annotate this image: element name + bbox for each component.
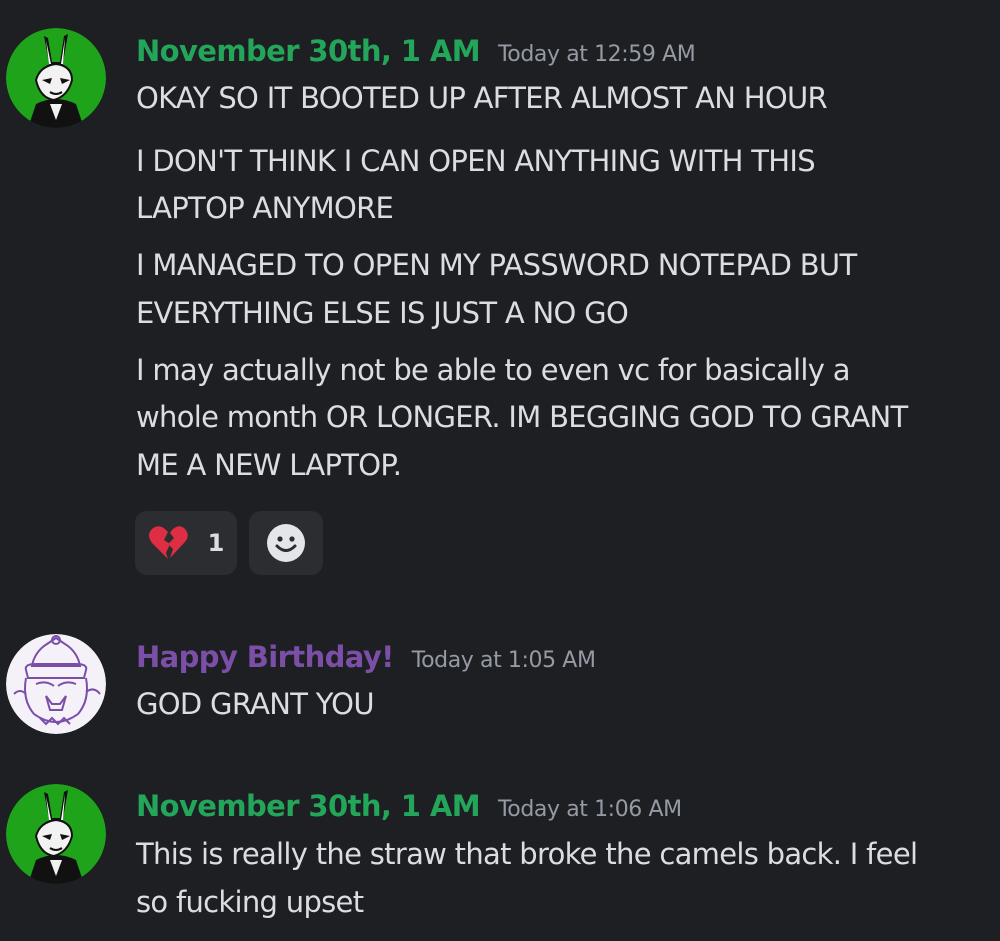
- add-reaction-icon: [267, 524, 305, 562]
- chat-messages: November 30th, 1 AM Today at 12:59 AM OK…: [0, 0, 1000, 941]
- timestamp[interactable]: Today at 1:06 AM: [498, 797, 682, 822]
- message-text: so fucking upset: [136, 885, 364, 919]
- avatar[interactable]: [6, 784, 106, 884]
- party-hat-sketch-avatar-icon: [6, 634, 106, 734]
- message-text: OKAY SO IT BOOTED UP AFTER ALMOST AN HOU…: [136, 81, 828, 115]
- message-header: November 30th, 1 AM Today at 1:06 AM: [136, 789, 682, 823]
- reactions-bar: 1: [135, 511, 323, 575]
- message-header: November 30th, 1 AM Today at 12:59 AM: [136, 34, 696, 68]
- timestamp[interactable]: Today at 12:59 AM: [498, 42, 696, 67]
- username[interactable]: Happy Birthday!: [136, 640, 394, 674]
- message-text: I may actually not be able to even vc fo…: [136, 353, 851, 387]
- reaction-count: 1: [207, 529, 225, 557]
- masked-rabbit-avatar-icon: [6, 784, 106, 884]
- message-text: whole month OR LONGER. IM BEGGING GOD TO…: [136, 400, 908, 434]
- message-text: GOD GRANT YOU: [136, 687, 375, 721]
- timestamp[interactable]: Today at 1:05 AM: [412, 648, 596, 673]
- message-text: I MANAGED TO OPEN MY PASSWORD NOTEPAD BU…: [136, 248, 857, 282]
- masked-rabbit-avatar-icon: [6, 28, 106, 128]
- message-text: ME A NEW LAPTOP.: [136, 448, 402, 482]
- message-header: Happy Birthday! Today at 1:05 AM: [136, 640, 596, 674]
- message-text: This is really the straw that broke the …: [136, 837, 918, 871]
- username[interactable]: November 30th, 1 AM: [136, 789, 481, 823]
- message-text: I DON'T THINK I CAN OPEN ANYTHING WITH T…: [136, 144, 816, 178]
- broken-heart-icon: [148, 526, 188, 559]
- message-text: LAPTOP ANYMORE: [136, 191, 394, 225]
- add-reaction-button[interactable]: [249, 511, 323, 575]
- username[interactable]: November 30th, 1 AM: [136, 34, 481, 68]
- message-text: EVERYTHING ELSE IS JUST A NO GO: [136, 296, 629, 330]
- reaction-broken-heart[interactable]: 1: [135, 511, 237, 575]
- avatar[interactable]: [6, 634, 106, 734]
- avatar[interactable]: [6, 28, 106, 128]
